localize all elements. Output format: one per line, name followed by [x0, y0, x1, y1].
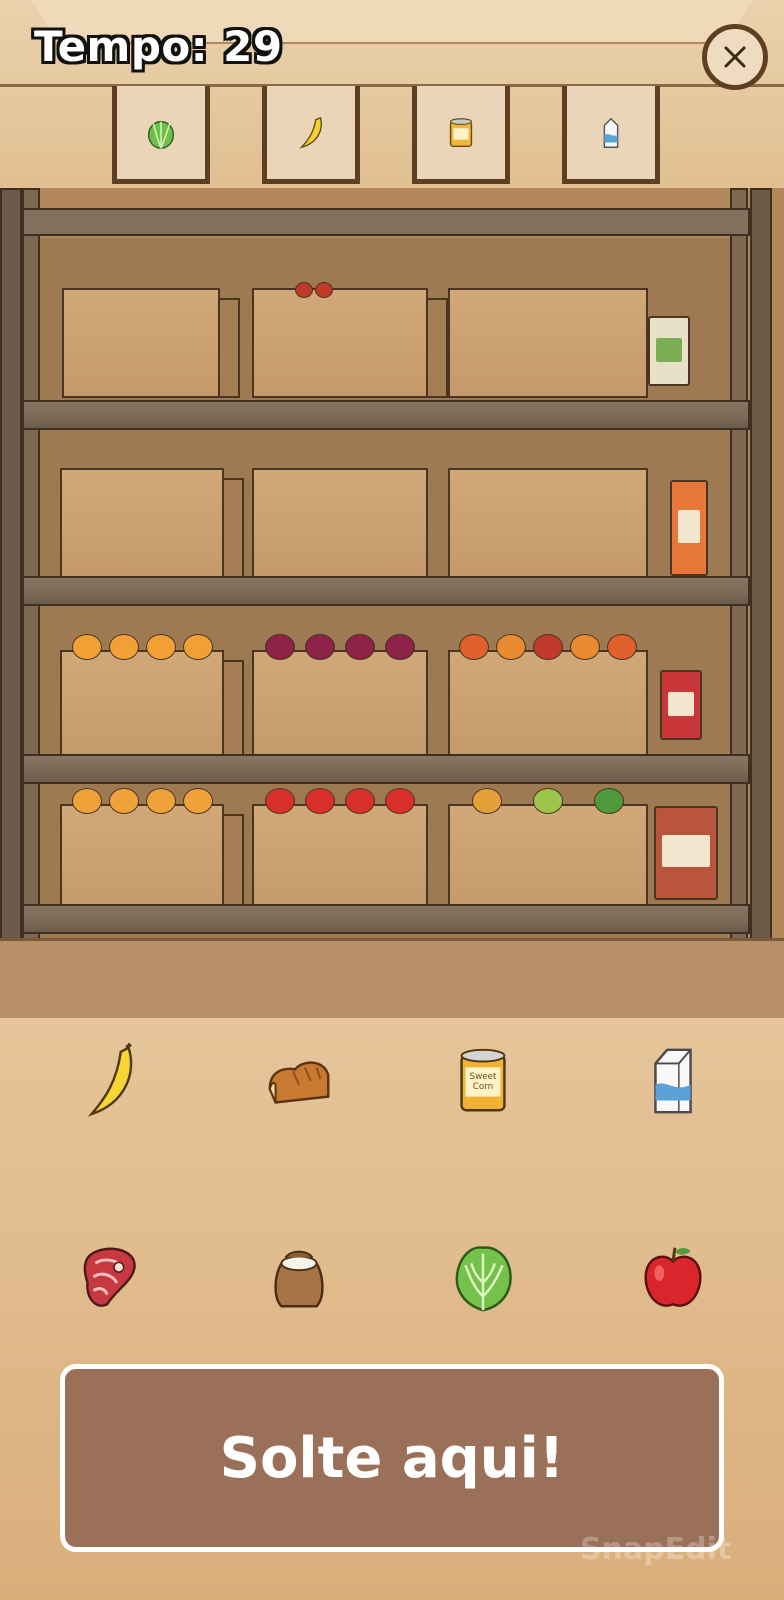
- item-apple[interactable]: [628, 1232, 718, 1322]
- shelf-box: [448, 288, 648, 398]
- shelf-unit: [0, 188, 784, 1021]
- shelf-post-left-inner: [22, 188, 40, 948]
- milk-carton-icon: [603, 117, 619, 148]
- shelf-package: [660, 670, 702, 740]
- shelf-box: [252, 468, 428, 578]
- shelf-package: [670, 480, 708, 576]
- target-slot-lettuce: [112, 86, 210, 184]
- watermark: SnapEdit: [580, 1532, 732, 1567]
- target-items-row: [0, 86, 784, 186]
- shelf-jar: [654, 806, 718, 900]
- item-bread[interactable]: [254, 1036, 344, 1126]
- can-label-line-1: Sweet: [470, 1072, 498, 1082]
- drop-zone[interactable]: Solte aqui!: [60, 1364, 724, 1552]
- item-banana[interactable]: [66, 1036, 156, 1126]
- can-icon: Sweet Corn: [460, 1048, 506, 1112]
- can-icon: [449, 117, 473, 147]
- shelf-box: [62, 288, 240, 398]
- sack-icon: [274, 1250, 324, 1308]
- shelf-box-tomatoes: [252, 788, 428, 914]
- item-lettuce[interactable]: [438, 1232, 528, 1322]
- banana-icon: [87, 1042, 133, 1117]
- shelf-top: [22, 208, 750, 236]
- shelf-post-right-inner: [730, 188, 748, 948]
- target-slot-milk: [562, 86, 660, 184]
- shelf-base: [0, 938, 784, 1021]
- shelf-box: [448, 468, 648, 578]
- shelf-package: [648, 316, 690, 386]
- shelf-box-peaches: [60, 788, 244, 914]
- shelf-post-right: [750, 188, 772, 948]
- close-icon: [724, 46, 746, 68]
- steak-icon: [83, 1247, 136, 1307]
- shelf-box-veggies: [448, 788, 648, 914]
- item-meat[interactable]: [66, 1232, 156, 1322]
- target-slot-can: [412, 86, 510, 184]
- shelf-box-oranges: [60, 634, 244, 760]
- timer-label: Tempo: 29: [34, 22, 283, 71]
- shelf-plank: [22, 576, 750, 606]
- game-stage: Tempo: 29 Sweet Corn Solte aqui! SnapEdi…: [0, 0, 784, 1600]
- shelf-plank: [22, 754, 750, 784]
- shelf-box: [252, 282, 448, 398]
- bread-icon: [268, 1061, 330, 1104]
- shelf-post-left: [0, 188, 22, 948]
- shelf-box-mixed: [448, 634, 648, 760]
- banana-icon: [299, 116, 322, 149]
- apple-icon: [644, 1247, 702, 1307]
- item-flour[interactable]: [254, 1232, 344, 1322]
- item-canned-corn[interactable]: Sweet Corn: [438, 1036, 528, 1126]
- shelf-box: [60, 468, 244, 578]
- can-label-line-2: Corn: [473, 1082, 494, 1092]
- target-slot-banana: [262, 86, 360, 184]
- close-button[interactable]: [702, 24, 768, 90]
- shelf-plank: [22, 904, 750, 934]
- item-milk[interactable]: [628, 1036, 718, 1126]
- milk-carton-icon: [654, 1048, 692, 1114]
- drop-zone-label: Solte aqui!: [219, 1425, 565, 1491]
- shelf-plank: [22, 400, 750, 430]
- shelf-box-plums: [252, 634, 428, 760]
- lettuce-icon: [147, 120, 175, 149]
- lettuce-icon: [455, 1246, 512, 1312]
